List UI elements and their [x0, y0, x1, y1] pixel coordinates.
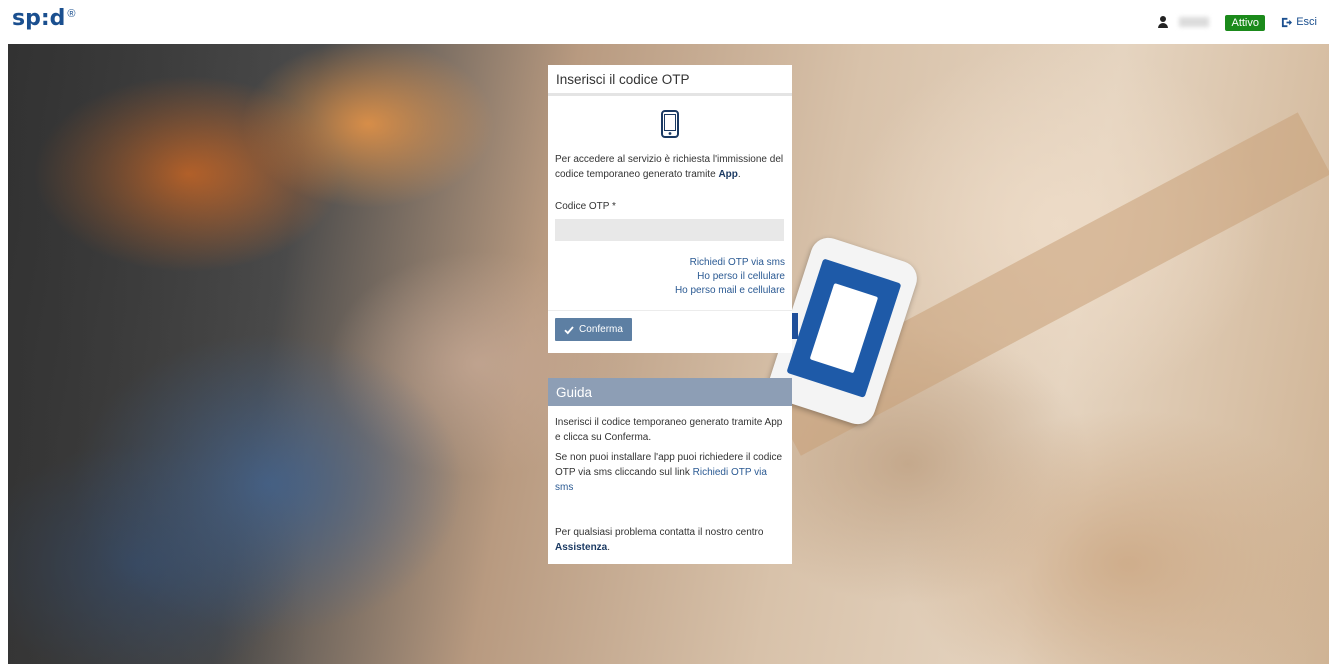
logout-label: Esci — [1296, 16, 1317, 28]
otp-panel-title: Inserisci il codice OTP — [548, 65, 792, 96]
intro-app-bold: App — [718, 169, 738, 180]
status-badge: Attivo — [1225, 15, 1265, 31]
user-name — [1179, 17, 1209, 27]
registered-mark: ® — [67, 8, 76, 20]
otp-intro-text: Per accedere al servizio è richiesta l'i… — [555, 152, 785, 182]
logout-button[interactable]: Esci — [1281, 16, 1317, 28]
spid-logo[interactable]: sp:d ® — [12, 6, 76, 32]
check-icon — [564, 325, 574, 334]
otp-links: Richiedi OTP via sms Ho perso il cellula… — [555, 256, 785, 298]
guide-paragraph-3-text: Per qualsiasi problema contatta il nostr… — [555, 527, 764, 538]
top-bar: sp:d ® Attivo Esci — [0, 0, 1329, 44]
guide-paragraph-3: Per qualsiasi problema contatta il nostr… — [555, 525, 785, 555]
otp-panel: Inserisci il codice OTP Per accedere al … — [548, 65, 792, 353]
otp-code-input[interactable] — [555, 219, 784, 241]
panel-divider — [548, 310, 792, 311]
mobile-phone-icon — [661, 110, 679, 138]
guide-panel: Guida Inserisci il codice temporaneo gen… — [548, 378, 792, 564]
guide-paragraph-3-end: . — [607, 542, 611, 553]
guide-title: Guida — [548, 378, 792, 406]
guide-paragraph-2: Se non puoi installare l'app puoi richie… — [555, 450, 785, 495]
photo-phone-screen — [786, 258, 902, 398]
logout-icon — [1282, 17, 1293, 27]
intro-end: . — [737, 169, 741, 180]
photo-shade — [8, 44, 308, 664]
lost-mail-phone-link[interactable]: Ho perso mail e cellulare — [555, 284, 785, 298]
confirm-button[interactable]: Conferma — [555, 318, 632, 341]
otp-field-label: Codice OTP * — [555, 201, 616, 212]
guide-paragraph-1: Inserisci il codice temporaneo generato … — [555, 417, 783, 443]
user-icon — [1157, 16, 1169, 28]
request-otp-sms-link[interactable]: Richiedi OTP via sms — [555, 256, 785, 270]
lost-phone-link[interactable]: Ho perso il cellulare — [555, 270, 785, 284]
user-area — [1157, 16, 1209, 28]
intro-text: Per accedere al servizio è richiesta l'i… — [555, 154, 784, 180]
assistance-link[interactable]: Assistenza — [555, 542, 607, 553]
logo-text: sp:d — [12, 6, 66, 31]
confirm-label: Conferma — [579, 324, 623, 335]
